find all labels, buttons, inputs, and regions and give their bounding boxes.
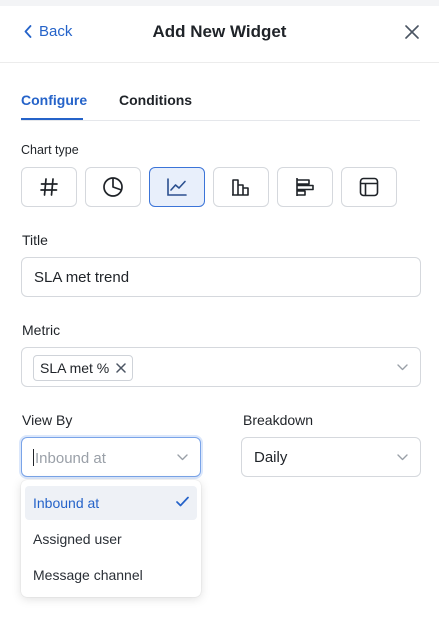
option-label: Assigned user (33, 531, 122, 547)
check-icon (176, 496, 189, 507)
view-by-label: View By (22, 412, 73, 428)
view-by-option-inbound-at[interactable]: Inbound at (25, 486, 197, 520)
page-title: Add New Widget (152, 22, 287, 41)
tab-configure[interactable]: Configure (21, 92, 87, 108)
number-icon (40, 178, 58, 196)
view-by-dropdown: Inbound at Assigned user Message channel (21, 480, 201, 597)
chevron-down-icon (177, 454, 188, 461)
remove-chip-icon[interactable] (116, 363, 127, 373)
text-caret (33, 449, 34, 466)
breakdown-value: Daily (254, 449, 288, 466)
metric-label: Metric (22, 322, 61, 338)
title-input-value: SLA met trend (34, 269, 130, 286)
horizontal-bar-icon (296, 178, 314, 196)
header: Back Add New Widget (0, 6, 439, 63)
option-label: Message channel (33, 567, 143, 583)
line-chart-icon (167, 178, 187, 196)
chart-type-horizontal-bar-button[interactable] (277, 167, 333, 207)
view-by-placeholder: Inbound at (35, 450, 106, 467)
title-input[interactable]: SLA met trend (21, 257, 421, 297)
chart-type-line-button[interactable] (149, 167, 205, 207)
chart-type-label: Chart type (21, 143, 79, 157)
pie-icon (103, 177, 123, 197)
chart-type-number-button[interactable] (21, 167, 77, 207)
title-label: Title (22, 232, 48, 248)
metric-chip-label: SLA met % (40, 360, 110, 376)
bar-chart-icon (232, 179, 249, 196)
view-by-option-message-channel[interactable]: Message channel (25, 558, 197, 592)
chart-type-selector (21, 167, 397, 207)
option-label: Inbound at (33, 495, 100, 511)
chart-type-table-button[interactable] (341, 167, 397, 207)
tab-conditions[interactable]: Conditions (119, 92, 192, 108)
view-by-input-text: Inbound at (33, 449, 106, 467)
metric-select[interactable]: SLA met % (21, 347, 421, 387)
tab-bar: Configure Conditions (21, 62, 420, 121)
chart-type-pie-button[interactable] (85, 167, 141, 207)
table-icon (359, 177, 379, 197)
metric-chip: SLA met % (33, 355, 134, 381)
chevron-down-icon (397, 454, 408, 461)
close-button[interactable] (405, 25, 419, 44)
breakdown-label: Breakdown (243, 412, 314, 428)
active-tab-indicator (21, 118, 83, 120)
chart-type-bar-button[interactable] (213, 167, 269, 207)
chevron-down-icon (397, 364, 408, 371)
breakdown-select[interactable]: Daily (241, 437, 421, 477)
close-icon (405, 25, 419, 39)
view-by-option-assigned-user[interactable]: Assigned user (25, 522, 197, 556)
view-by-select[interactable]: Inbound at (21, 437, 201, 477)
